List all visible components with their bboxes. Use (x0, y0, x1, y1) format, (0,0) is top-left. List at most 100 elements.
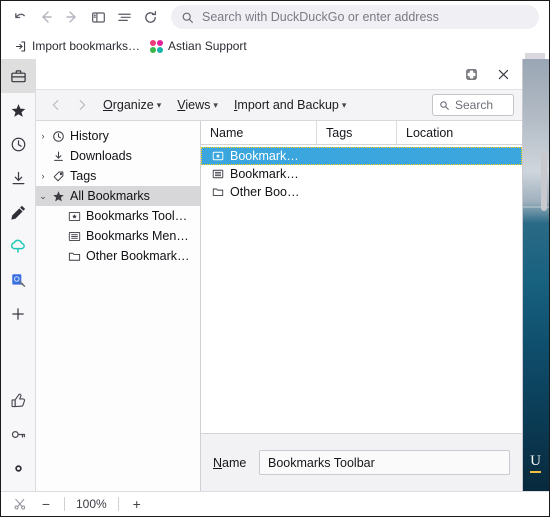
forward-icon[interactable] (59, 4, 85, 30)
name-input-value: Bookmarks Toolbar (268, 455, 375, 470)
reload-icon[interactable] (137, 4, 163, 30)
tree-item-all-bookmarks[interactable]: ⌄ All Bookmarks (36, 186, 200, 206)
toolbar-folder-icon (66, 210, 83, 223)
list-row-bookmarks-menu[interactable]: Bookmark… (201, 165, 522, 183)
astian-dots-icon (150, 39, 164, 53)
sidebar-item-passwords[interactable] (1, 417, 35, 451)
folder-icon (210, 186, 226, 198)
restore-icon[interactable] (460, 64, 482, 84)
chevron-right-icon[interactable]: › (36, 131, 50, 141)
sidebar-item-history[interactable] (1, 127, 35, 161)
import-backup-menu[interactable]: Import and Backup ▾ (227, 93, 353, 117)
menu-folder-icon (210, 168, 226, 180)
sidebar-item-downloads[interactable] (1, 161, 35, 195)
browser-window: Search with DuckDuckGo or enter address … (0, 0, 550, 517)
back-icon[interactable] (33, 4, 59, 30)
chevron-down-icon: ▾ (341, 100, 347, 110)
sidebar-item-settings[interactable] (1, 451, 35, 485)
download-icon (50, 150, 67, 163)
library-search-input[interactable]: Search (432, 94, 514, 116)
chevron-down-icon: ▾ (213, 100, 218, 110)
scissors-icon[interactable] (9, 494, 31, 514)
import-bookmarks-label: Import bookmarks… (32, 39, 141, 53)
list-rows: Bookmark… Bookmark… Other Boo… (201, 145, 522, 433)
library-tree: › History Downloads › Tags ⌄ All Bookmar… (36, 121, 201, 491)
list-row-bookmarks-toolbar[interactable]: Bookmark… (201, 147, 522, 165)
column-header-name[interactable]: Name (201, 121, 317, 144)
zoom-in-button[interactable]: + (126, 494, 148, 514)
reader-view-icon[interactable] (111, 4, 137, 30)
import-backup-menu-label: mport and Backup (237, 98, 339, 112)
zoom-out-button[interactable]: − (35, 494, 57, 514)
library-toolbar: Organize ▾ Views ▾ Import and Backup ▾ S… (36, 89, 522, 121)
organize-menu-accel: O (103, 98, 113, 112)
sidebar-item-feedback[interactable] (1, 383, 35, 417)
address-bar-placeholder: Search with DuckDuckGo or enter address (202, 10, 439, 24)
tab-strip-sliver (525, 53, 545, 59)
name-field-label: Name (213, 456, 259, 470)
views-menu-label: iews (185, 98, 211, 112)
library-titlebar (36, 59, 522, 89)
page-scrollbar-thumb[interactable] (541, 151, 547, 211)
sidebar-item-notes[interactable] (1, 195, 35, 229)
search-icon (181, 11, 194, 24)
undo-icon[interactable] (7, 4, 33, 30)
chevron-down-icon[interactable]: ⌄ (36, 191, 50, 202)
address-bar[interactable]: Search with DuckDuckGo or enter address (171, 5, 539, 29)
library-dialog: Organize ▾ Views ▾ Import and Backup ▾ S… (36, 59, 523, 491)
tag-icon (50, 170, 67, 183)
status-divider (64, 497, 65, 511)
chevron-down-icon: ▾ (156, 100, 162, 110)
tree-item-label: Bookmarks Men… (86, 229, 189, 243)
close-icon[interactable] (492, 64, 514, 84)
tree-item-downloads[interactable]: Downloads (36, 146, 200, 166)
views-menu[interactable]: Views ▾ (170, 93, 225, 117)
astian-support-button[interactable]: Astian Support (145, 36, 252, 56)
library-list-pane: Name Tags Location Bookmark… Bookmark… O… (201, 121, 522, 491)
tree-item-history[interactable]: › History (36, 126, 200, 146)
bookmark-detail-pane: Name Bookmarks Toolbar (201, 433, 522, 491)
tree-item-label: All Bookmarks (70, 189, 150, 203)
tree-item-label: Tags (70, 169, 97, 183)
name-label-rest: ame (222, 455, 247, 470)
sidebar-item-translate[interactable] (1, 263, 35, 297)
tree-item-bookmarks-toolbar[interactable]: Bookmarks Tool… (36, 206, 200, 226)
sidebar-item-toolbox[interactable] (1, 59, 35, 93)
folder-icon (66, 250, 83, 263)
sidebar-item-bookmarks[interactable] (1, 93, 35, 127)
tree-item-label: Bookmarks Tool… (86, 209, 188, 223)
list-row-other-bookmarks[interactable]: Other Boo… (201, 183, 522, 201)
list-column-headers: Name Tags Location (201, 121, 522, 145)
star-icon (50, 190, 67, 203)
tree-item-other-bookmarks[interactable]: Other Bookmark… (36, 246, 200, 266)
menu-folder-icon (66, 230, 83, 243)
bookmarks-toolbar: Import bookmarks… Astian Support (1, 33, 549, 59)
status-divider (117, 497, 119, 511)
library-back-button[interactable] (44, 93, 68, 117)
column-header-location[interactable]: Location (397, 121, 522, 144)
search-icon (439, 100, 450, 111)
organize-menu[interactable]: Organize ▾ (96, 93, 168, 117)
library-search-placeholder: Search (455, 98, 494, 112)
tree-item-label: Other Bookmark… (86, 249, 190, 263)
name-label-accel: N (213, 455, 223, 470)
name-input[interactable]: Bookmarks Toolbar (259, 450, 510, 475)
list-row-label: Bookmark… (230, 149, 299, 163)
library-forward-button[interactable] (70, 93, 94, 117)
organize-menu-label: rganize (112, 98, 154, 112)
tree-item-tags[interactable]: › Tags (36, 166, 200, 186)
tree-item-label: History (70, 129, 109, 143)
sidebar-item-cloud[interactable] (1, 229, 35, 263)
navigation-toolbar: Search with DuckDuckGo or enter address (1, 1, 549, 33)
sidebar-item-add[interactable] (1, 297, 35, 331)
page-watermark: U (530, 453, 541, 473)
import-bookmarks-icon (14, 40, 27, 53)
tree-item-bookmarks-menu[interactable]: Bookmarks Men… (36, 226, 200, 246)
zoom-level-label: 100% (76, 497, 107, 511)
sidebar-toggle-icon[interactable] (85, 4, 111, 30)
chevron-right-icon[interactable]: › (36, 171, 50, 181)
column-header-tags[interactable]: Tags (317, 121, 397, 144)
import-bookmarks-button[interactable]: Import bookmarks… (9, 36, 145, 56)
list-row-label: Bookmark… (230, 167, 299, 181)
library-body: › History Downloads › Tags ⌄ All Bookmar… (36, 121, 522, 491)
